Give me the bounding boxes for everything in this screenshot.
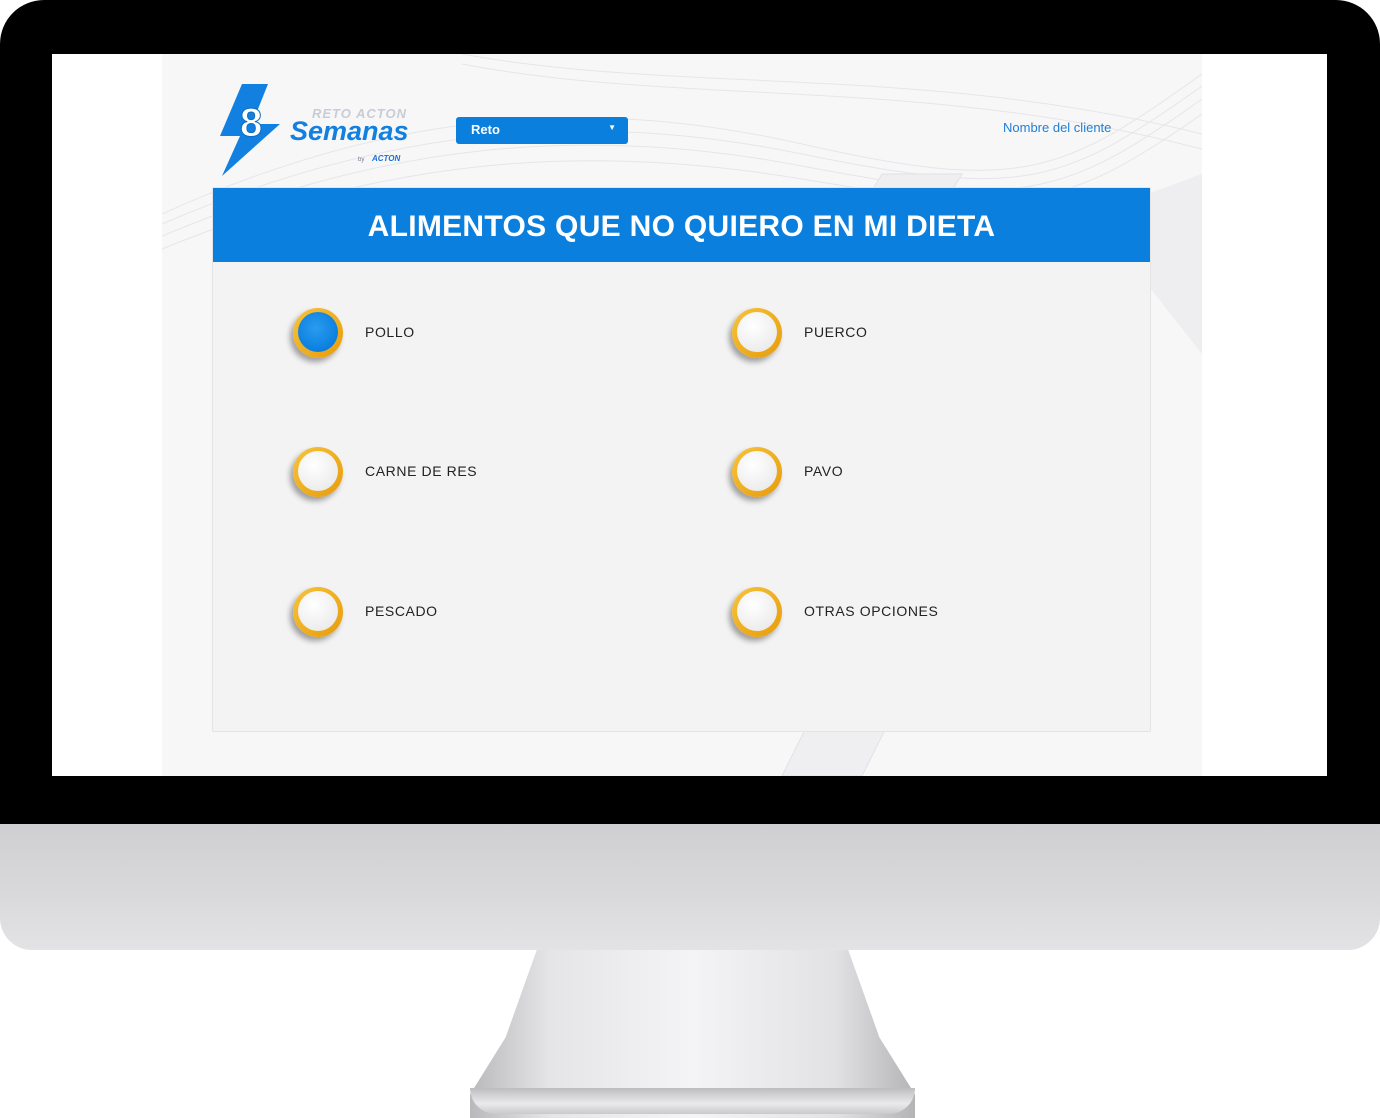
monitor-stand-base <box>470 1088 915 1114</box>
radio-pescado[interactable] <box>293 587 343 637</box>
card-title: ALIMENTOS QUE NO QUIERO EN MI DIETA <box>367 210 996 243</box>
option-otras-opciones[interactable]: OTRAS OPCIONES <box>732 587 1032 643</box>
option-carne-de-res[interactable]: CARNE DE RES <box>293 447 593 503</box>
monitor-chin <box>0 824 1380 950</box>
option-pollo[interactable]: POLLO <box>293 308 593 364</box>
radio-fill <box>298 312 338 352</box>
logo-acton-brand: ACTON <box>372 154 401 163</box>
option-pavo[interactable]: PAVO <box>732 447 1032 503</box>
logo-number: 8 <box>240 101 262 145</box>
option-label-pavo: PAVO <box>804 463 844 479</box>
option-pescado[interactable]: PESCADO <box>293 587 593 643</box>
option-label-pescado: PESCADO <box>365 603 438 619</box>
logo-by-text: by <box>358 157 365 163</box>
option-label-carne-de-res: CARNE DE RES <box>365 463 478 479</box>
radio-fill <box>737 451 777 491</box>
radio-otras-opciones[interactable] <box>732 587 782 637</box>
radio-puerco[interactable] <box>732 308 782 358</box>
option-label-pollo: POLLO <box>365 324 415 340</box>
food-preferences-card: ALIMENTOS QUE NO QUIERO EN MI DIETA POLL… <box>212 187 1151 732</box>
option-puerco[interactable]: PUERCO <box>732 308 1032 364</box>
client-name-link[interactable]: Nombre del cliente <box>1003 120 1111 135</box>
monitor-screen: 8 RETO ACTON Semanas by ACTON Reto ▼ Nom… <box>52 54 1327 776</box>
reto-acton-8-semanas-logo: 8 RETO ACTON Semanas by ACTON <box>220 84 420 179</box>
option-label-otras-opciones: OTRAS OPCIONES <box>804 603 939 619</box>
card-header: ALIMENTOS QUE NO QUIERO EN MI DIETA <box>213 188 1150 262</box>
reto-dropdown[interactable]: Reto ▼ <box>456 117 628 144</box>
caret-down-icon: ▼ <box>608 123 616 132</box>
reto-dropdown-value: Reto <box>471 122 500 137</box>
radio-carne-de-res[interactable] <box>293 447 343 497</box>
radio-fill <box>298 591 338 631</box>
lightning-eight-logo-icon: 8 <box>220 84 280 176</box>
radio-fill <box>298 451 338 491</box>
radio-fill <box>737 312 777 352</box>
option-label-puerco: PUERCO <box>804 324 868 340</box>
radio-pavo[interactable] <box>732 447 782 497</box>
radio-pollo[interactable] <box>293 308 343 358</box>
radio-fill <box>737 591 777 631</box>
logo-semanas-text: Semanas <box>290 116 409 146</box>
